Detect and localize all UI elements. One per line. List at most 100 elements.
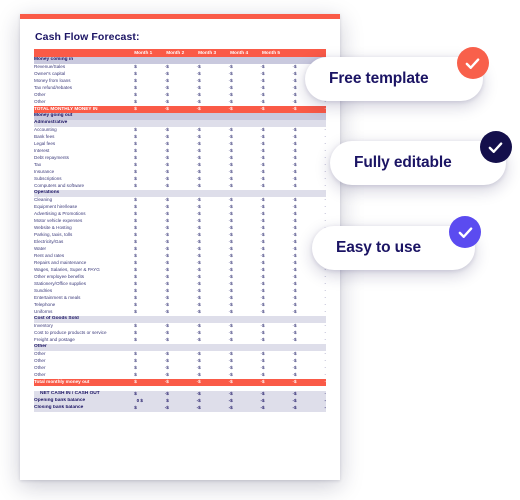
cell-currency[interactable]: $ [166, 281, 175, 288]
cell-currency[interactable]: $ [230, 351, 239, 358]
cell-value[interactable]: - [142, 379, 167, 386]
cell-value[interactable]: - [271, 302, 294, 309]
table-row[interactable]: Sundries $ - $ - $ - $ - $ - $ - [34, 288, 326, 295]
cell-value[interactable]: - [207, 99, 231, 106]
cell-value[interactable]: - [271, 365, 294, 372]
table-row[interactable]: Advertising & Promotions $ - $ - $ - $ - $ - $ - [34, 211, 326, 218]
cell-value[interactable]: - [239, 281, 263, 288]
cell-currency[interactable]: $ [294, 372, 303, 379]
cell-value[interactable]: - [271, 148, 294, 155]
cell-currency[interactable]: $ [134, 92, 143, 99]
cell-value[interactable]: - [271, 78, 294, 85]
cell-value[interactable]: - [175, 148, 199, 155]
cell-currency[interactable]: $ [166, 197, 175, 204]
cell-currency[interactable]: $ [198, 71, 207, 78]
cell-value[interactable]: - [175, 78, 199, 85]
cell-value[interactable]: - [143, 302, 167, 309]
cell-value[interactable]: - [271, 169, 294, 176]
cell-value[interactable]: - [239, 274, 263, 281]
cell-value[interactable]: - [239, 78, 263, 85]
cell-currency[interactable]: $ [134, 204, 143, 211]
cell-currency[interactable]: $ [294, 309, 303, 316]
cell-currency[interactable]: $ [262, 379, 271, 386]
cell-value[interactable]: - [143, 239, 167, 246]
cell-currency[interactable]: $ [198, 323, 207, 330]
cell-currency[interactable]: $ [294, 295, 303, 302]
cell-currency[interactable]: $ [294, 351, 303, 358]
cell-value[interactable]: - [303, 134, 326, 141]
table-row[interactable]: Freight and postage $ - $ - $ - $ - $ - $ - [34, 337, 326, 344]
cell-value[interactable]: - [175, 99, 199, 106]
cell-currency[interactable]: $ [166, 127, 175, 134]
cell-value[interactable]: - [239, 197, 263, 204]
cell-value[interactable]: - [175, 127, 199, 134]
cell-value[interactable]: - [238, 405, 263, 412]
cell-currency[interactable]: $ [294, 281, 303, 288]
cell-value[interactable]: - [175, 288, 199, 295]
cell-value[interactable]: - [175, 274, 199, 281]
cell-value[interactable]: - [175, 204, 199, 211]
table-row[interactable]: Motor vehicle expenses $ - $ - $ - $ - $ - $ - [34, 218, 326, 225]
cell-currency[interactable]: $ [262, 225, 271, 232]
cell-value[interactable]: - [142, 391, 167, 398]
cell-currency[interactable]: $ [198, 127, 207, 134]
table-row[interactable]: Other$-$-$-$-$-$- [34, 92, 326, 99]
cell-value[interactable]: - [207, 323, 231, 330]
cell-value[interactable]: - [175, 246, 199, 253]
cell-currency[interactable]: $ [198, 211, 207, 218]
cell-currency[interactable]: $ [230, 127, 239, 134]
cell-value[interactable]: - [175, 239, 199, 246]
cell-currency[interactable]: $ [294, 99, 303, 106]
cell-currency[interactable]: $ [230, 106, 239, 113]
table-row[interactable]: Insurance $ - $ - $ - $ - $ - $ - [34, 169, 326, 176]
cell-currency[interactable]: $ [134, 85, 143, 92]
cell-value[interactable]: - [174, 398, 199, 405]
cell-currency[interactable]: $ [134, 78, 143, 85]
cell-currency[interactable]: $ [166, 176, 175, 183]
cell-value[interactable]: - [175, 211, 199, 218]
cell-currency[interactable]: $ [198, 78, 207, 85]
cell-currency[interactable]: $ [230, 281, 239, 288]
cell-value[interactable]: - [175, 169, 199, 176]
cell-currency[interactable]: $ [198, 225, 207, 232]
cell-currency[interactable]: $ [166, 92, 175, 99]
cell-value[interactable]: - [239, 85, 263, 92]
cell-value[interactable]: - [207, 253, 231, 260]
cell-value[interactable]: - [302, 405, 326, 412]
cell-currency[interactable]: $ [294, 260, 303, 267]
cell-value[interactable]: - [143, 134, 167, 141]
cell-currency[interactable]: $ [262, 274, 271, 281]
cell-currency[interactable]: $ [262, 134, 271, 141]
cell-value[interactable]: - [143, 162, 167, 169]
cell-value[interactable]: - [270, 106, 294, 113]
cell-currency[interactable]: $ [262, 309, 271, 316]
cell-currency[interactable]: $ [262, 169, 271, 176]
cell-currency[interactable]: $ [294, 302, 303, 309]
cell-currency[interactable]: $ [134, 127, 143, 134]
cell-value[interactable]: - [303, 176, 326, 183]
cell-currency[interactable]: $ [262, 85, 271, 92]
cell-value[interactable]: - [238, 379, 263, 386]
cell-currency[interactable]: $ [230, 239, 239, 246]
cell-currency[interactable]: $ [166, 379, 175, 386]
cell-value[interactable]: - [143, 92, 167, 99]
cell-value[interactable]: - [271, 127, 294, 134]
cell-value[interactable]: - [207, 85, 231, 92]
cell-value[interactable]: - [143, 323, 167, 330]
cell-currency[interactable]: $ [166, 267, 175, 274]
cell-currency[interactable]: $ [230, 391, 239, 398]
cell-value[interactable]: - [239, 365, 263, 372]
cash-flow-document[interactable]: Cash Flow Forecast: Month 1 Month 2 Month … [20, 14, 340, 480]
cell-value[interactable]: - [239, 64, 263, 71]
cell-value[interactable]: - [143, 288, 167, 295]
cell-value[interactable]: - [239, 358, 263, 365]
cell-currency[interactable]: $ [134, 288, 143, 295]
cell-currency[interactable]: $ [198, 260, 207, 267]
cell-currency[interactable]: $ [294, 225, 303, 232]
cell-currency[interactable]: $ [198, 155, 207, 162]
cell-currency[interactable]: $ [230, 183, 239, 190]
cell-currency[interactable]: $ [134, 391, 143, 398]
cell-value[interactable]: - [207, 225, 231, 232]
cell-currency[interactable]: $ [230, 253, 239, 260]
cell-currency[interactable]: $ [166, 85, 175, 92]
